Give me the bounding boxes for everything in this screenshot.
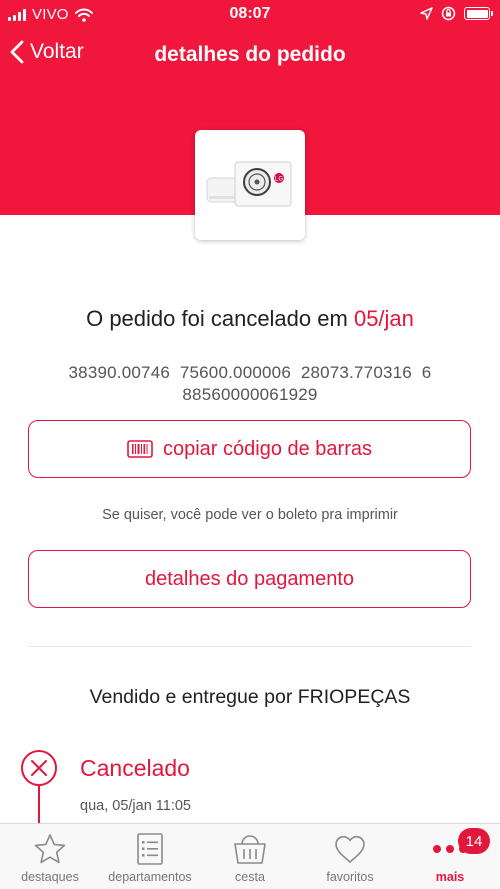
barcode-icon (127, 440, 153, 458)
boleto-hint: Se quiser, você pode ver o boleto pra im… (102, 507, 398, 523)
product-image-card[interactable]: LG (195, 130, 305, 240)
notification-badge: 14 (458, 828, 490, 854)
star-icon (34, 834, 66, 864)
timeline-status-title: Cancelado (80, 755, 190, 781)
order-status-text: O pedido foi cancelado em (86, 306, 348, 331)
air-conditioner-image: LG (206, 161, 292, 207)
tab-label-destaques: destaques (21, 870, 79, 884)
basket-icon (234, 835, 266, 864)
timeline-status-date: qua, 05/jan 11:05 (80, 798, 191, 814)
tab-label-cesta: cesta (235, 870, 265, 884)
location-icon (420, 7, 433, 20)
order-status-date: 05/jan (353, 306, 414, 331)
cancelled-icon (21, 750, 57, 786)
barcode-line-1: 38390.00746 75600.000006 28073.770316 6 (68, 363, 432, 382)
timeline-line (38, 786, 40, 826)
seller-info: Vendido e entregue por FRIOPEÇAS (89, 686, 411, 708)
status-bar: VIVO 08:07 (0, 0, 500, 30)
barcode-number: 38390.00746 75600.000006 28073.770316 6 … (40, 362, 460, 406)
payment-details-label: detalhes do pagamento (144, 567, 355, 590)
barcode-line-2: 88560000061929 (182, 385, 318, 404)
tab-label-favoritos: favoritos (326, 870, 374, 884)
tab-label-mais: mais (435, 870, 465, 884)
payment-details-button[interactable]: detalhes do pagamento (28, 550, 471, 608)
navigation-bar: Voltar detalhes do pedido (0, 36, 500, 76)
tab-destaques[interactable]: destaques (0, 824, 100, 889)
copy-barcode-button[interactable]: copiar código de barras (28, 420, 471, 478)
heart-icon (335, 835, 365, 863)
tab-cesta[interactable]: cesta (200, 824, 300, 889)
section-divider (28, 646, 471, 647)
tab-favoritos[interactable]: favoritos (300, 824, 400, 889)
order-status-title: O pedido foi cancelado em 05/jan (0, 306, 500, 332)
svg-text:LG: LG (275, 177, 283, 183)
copy-barcode-label: copiar código de barras (162, 437, 372, 460)
tab-label-departamentos: departamentos (108, 870, 192, 884)
list-icon (137, 833, 163, 865)
status-right (420, 6, 493, 21)
page-title: detalhes do pedido (154, 43, 346, 66)
battery-icon (464, 7, 493, 20)
tab-departamentos[interactable]: departamentos (100, 824, 200, 889)
orientation-lock-icon (441, 6, 456, 21)
tab-bar: destaques departamentos cesta favoritos … (0, 823, 500, 889)
